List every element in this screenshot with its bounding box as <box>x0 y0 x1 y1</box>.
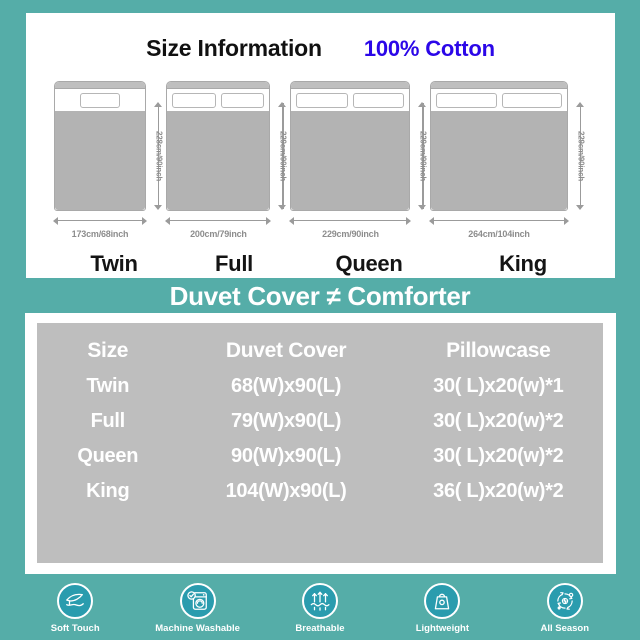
weight-icon <box>424 582 461 619</box>
banner-text: Duvet Cover ≠ Comforter <box>169 280 471 311</box>
size-information-card: Size Information 100% Cotton 228cm/90inc… <box>26 13 615 278</box>
size-table: Size Duvet Cover Pillowcase Twin 68(W)x90… <box>37 333 603 509</box>
bed-size-label-king: King <box>499 251 547 276</box>
table-header-row: Size Duvet Cover Pillowcase <box>37 333 603 369</box>
feature-label: Breathable <box>295 622 345 634</box>
size-table-card: Size Duvet Cover Pillowcase Twin 68(W)x90… <box>25 313 616 574</box>
cell-pillowcase: 36( L)x20(w)*2 <box>433 480 564 502</box>
bed-headboard <box>55 82 145 89</box>
duvet-vs-comforter-banner: Duvet Cover ≠ Comforter <box>0 279 640 313</box>
headline-row: Size Information 100% Cotton <box>26 35 615 62</box>
four-seasons-icon <box>546 582 583 619</box>
cell-pillowcase: 30( L)x20(w)*1 <box>433 375 564 397</box>
duvet-body <box>291 111 410 210</box>
bed-headboard <box>291 82 410 89</box>
cell-duvet-cover: 104(W)x90(L) <box>225 480 347 502</box>
hand-fabric-icon <box>57 582 94 619</box>
pillow <box>220 93 265 108</box>
feature-label: All Season <box>540 622 590 634</box>
bed-diagram-full: 229cm/90inch 200cm/79inch <box>165 81 290 251</box>
feature-soft-touch: Soft Touch <box>20 582 130 634</box>
table-row: Twin 68(W)x90(L) 30( L)x20(w)*1 <box>37 369 603 404</box>
bed-length-dimension: 229cm/90inch <box>571 102 591 210</box>
bed-frame <box>290 81 411 211</box>
feature-label: Lightweight <box>415 622 469 634</box>
feature-all-season: All Season <box>510 582 620 634</box>
pillow-strip <box>431 89 567 108</box>
pillow <box>352 93 405 108</box>
bed-length-label: 229cm/90inch <box>576 130 586 182</box>
airflow-arrows-icon <box>301 582 338 619</box>
bed-width-label: 229cm/90inch <box>322 229 379 239</box>
bed-diagram-twin: 228cm/90inch 173cm/68inch <box>53 81 166 251</box>
feature-breathable: Breathable <box>265 582 375 634</box>
table-row: Full 79(W)x90(L) 30( L)x20(w)*2 <box>37 404 603 439</box>
cell-pillowcase: 30( L)x20(w)*2 <box>433 445 564 467</box>
bed-width-label: 264cm/104inch <box>468 229 530 239</box>
column-header-size: Size <box>87 339 129 362</box>
bed-figure: 229cm/90inch 229cm/90inch <box>289 81 430 239</box>
bed-size-label-twin: Twin <box>90 251 138 276</box>
pillow <box>296 93 348 108</box>
bed-frame <box>166 81 271 211</box>
cell-duvet-cover: 90(W)x90(L) <box>231 445 342 467</box>
feature-strip: Soft Touch Machine Washable Breathable Ligh… <box>0 576 640 640</box>
bed-figure: 229cm/90inch 264cm/104inch <box>429 81 587 239</box>
pillow <box>436 93 497 108</box>
bed-diagram-queen: 229cm/90inch 229cm/90inch <box>289 81 430 251</box>
feature-label: Machine Washable <box>155 622 240 634</box>
pillow <box>80 93 120 108</box>
bed-size-label-queen: Queen <box>335 251 403 276</box>
cell-size: Twin <box>86 375 130 397</box>
bed-length-label: 229cm/90inch <box>418 130 428 182</box>
bed-headboard <box>431 82 568 89</box>
bed-length-label: 229cm/90inch <box>278 130 288 182</box>
cell-pillowcase: 30( L)x20(w)*2 <box>433 410 564 432</box>
size-table-body: Twin 68(W)x90(L) 30( L)x20(w)*1 Full 79(W)x9… <box>37 369 603 509</box>
pillow-strip <box>291 89 409 108</box>
column-header-duvet-cover: Duvet Cover <box>225 339 347 362</box>
bed-figure: 228cm/90inch 173cm/68inch <box>53 81 166 239</box>
cell-size: Full <box>90 410 126 432</box>
pillow <box>501 93 563 108</box>
page-title: Size Information <box>146 35 322 61</box>
cell-duvet-cover: 79(W)x90(L) <box>231 410 342 432</box>
bed-frame <box>54 81 146 211</box>
pillow <box>172 93 216 108</box>
table-row: Queen 90(W)x90(L) 30( L)x20(w)*2 <box>37 439 603 474</box>
cell-size: King <box>86 480 130 502</box>
duvet-body <box>431 111 568 210</box>
cotton-badge: 100% Cotton <box>363 36 495 61</box>
bed-size-label-full: Full <box>215 251 253 276</box>
table-row: King 104(W)x90(L) 36( L)x20(w)*2 <box>37 474 603 509</box>
pillow-strip <box>55 89 145 108</box>
feature-machine-washable: Machine Washable <box>143 582 253 634</box>
bed-diagram-king: 229cm/90inch 264cm/104inch <box>429 81 587 251</box>
bed-headboard <box>167 82 270 89</box>
pillow-strip <box>167 89 269 108</box>
feature-label: Soft Touch <box>50 622 100 634</box>
bed-size-names-row: Twin Full Queen King <box>54 251 602 277</box>
bed-width-label: 173cm/68inch <box>71 229 129 239</box>
washing-machine-icon <box>179 582 216 619</box>
size-table-panel: Size Duvet Cover Pillowcase Twin 68(W)x90… <box>37 323 603 563</box>
cell-duvet-cover: 68(W)x90(L) <box>231 375 342 397</box>
bed-frame <box>430 81 569 211</box>
cell-size: Queen <box>77 445 139 467</box>
bed-length-label: 228cm/90inch <box>154 130 164 182</box>
bed-diagrams-row: 228cm/90inch 173cm/68inch 229cm/90inch 200c… <box>53 81 587 251</box>
bed-width-label: 200cm/79inch <box>190 229 247 239</box>
size-table-head: Size Duvet Cover Pillowcase <box>37 333 603 369</box>
duvet-body <box>55 111 145 210</box>
feature-lightweight: Lightweight <box>387 582 497 634</box>
duvet-body <box>167 111 270 210</box>
column-header-pillowcase: Pillowcase <box>446 339 551 362</box>
bed-figure: 229cm/90inch 200cm/79inch <box>165 81 290 239</box>
